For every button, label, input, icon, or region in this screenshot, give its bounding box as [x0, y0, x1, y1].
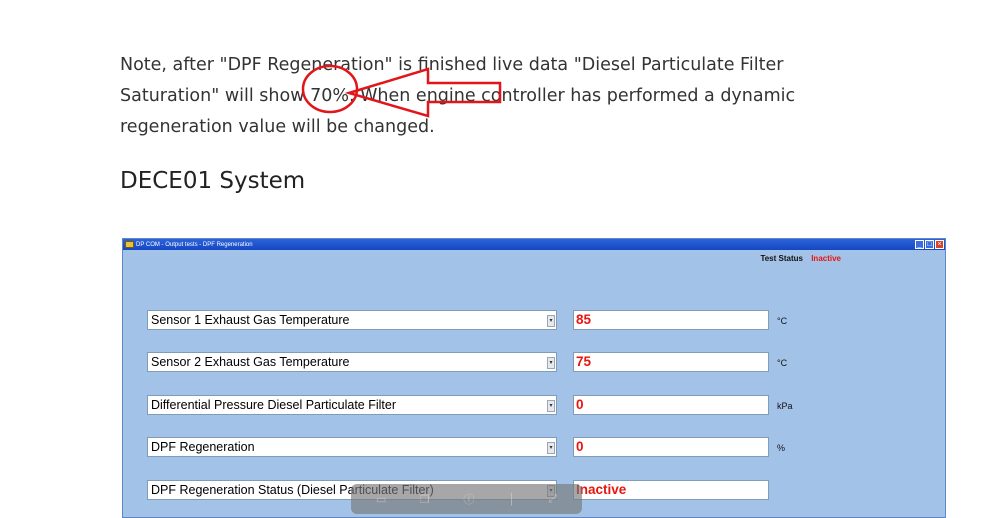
- maximize-button[interactable]: □: [925, 240, 934, 249]
- parameter-unit: %: [777, 443, 786, 453]
- divider-icon: │: [508, 492, 515, 506]
- parameter-unit: °C: [777, 358, 788, 368]
- parameter-value: 0: [573, 395, 769, 415]
- test-status-value: Inactive: [811, 254, 841, 263]
- parameter-label: Sensor 2 Exhaust Gas Temperature: [151, 355, 350, 369]
- parameter-select[interactable]: Differential Pressure Diesel Particulate…: [147, 395, 557, 415]
- parameter-label: DPF Regeneration: [151, 440, 255, 454]
- image-viewer-toolbar[interactable]: ▭ ❐ ⓘ │ ⤢: [351, 484, 582, 514]
- parameter-value: 0: [573, 437, 769, 457]
- parameter-row: Differential Pressure Diesel Particulate…: [147, 395, 793, 415]
- window-titlebar: DP COM - Output tests - DPF Regeneration…: [123, 239, 945, 250]
- parameter-label: Differential Pressure Diesel Particulate…: [151, 398, 397, 412]
- app-window: DP COM - Output tests - DPF Regeneration…: [122, 238, 946, 518]
- section-heading: DECE01 System: [120, 168, 306, 194]
- parameter-value: Inactive: [573, 480, 769, 500]
- note-line-3: regeneration value will be changed.: [120, 117, 435, 137]
- minimize-button[interactable]: _: [915, 240, 924, 249]
- note-line-2: Saturation" will show 70%. When engine c…: [120, 86, 796, 106]
- page-icon[interactable]: ▭: [376, 493, 386, 506]
- test-status: Test Status Inactive: [760, 254, 841, 263]
- parameter-select[interactable]: Sensor 1 Exhaust Gas Temperature ▾: [147, 310, 557, 330]
- article-note: Note, after "DPF Regeneration" is finish…: [120, 50, 840, 143]
- dropdown-arrow-icon[interactable]: ▾: [547, 442, 555, 454]
- parameter-unit: °C: [777, 316, 788, 326]
- window-controls: _ □ ×: [915, 240, 944, 249]
- parameter-unit: kPa: [777, 401, 793, 411]
- note-line-1: Note, after "DPF Regeneration" is finish…: [120, 55, 784, 75]
- parameter-row: DPF Regeneration ▾ 0 %: [147, 437, 787, 457]
- parameter-row: Sensor 2 Exhaust Gas Temperature ▾ 75 °C: [147, 352, 787, 372]
- dropdown-arrow-icon[interactable]: ▾: [547, 357, 555, 369]
- parameter-row: Sensor 1 Exhaust Gas Temperature ▾ 85 °C: [147, 310, 787, 330]
- parameter-select[interactable]: DPF Regeneration ▾: [147, 437, 557, 457]
- window-title: DP COM - Output tests - DPF Regeneration: [136, 241, 253, 248]
- parameter-label: Sensor 1 Exhaust Gas Temperature: [151, 313, 350, 327]
- dropdown-arrow-icon[interactable]: ▾: [547, 315, 555, 327]
- test-status-label: Test Status: [760, 254, 803, 263]
- app-icon: [125, 241, 134, 248]
- parameter-select[interactable]: Sensor 2 Exhaust Gas Temperature ▾: [147, 352, 557, 372]
- info-icon[interactable]: ⓘ: [463, 491, 474, 507]
- dropdown-arrow-icon[interactable]: ▾: [547, 400, 555, 412]
- parameter-value: 85: [573, 310, 769, 330]
- parameter-value: 75: [573, 352, 769, 372]
- close-button[interactable]: ×: [935, 240, 944, 249]
- fullscreen-icon[interactable]: ⤢: [548, 492, 557, 506]
- copy-icon[interactable]: ❐: [420, 493, 430, 506]
